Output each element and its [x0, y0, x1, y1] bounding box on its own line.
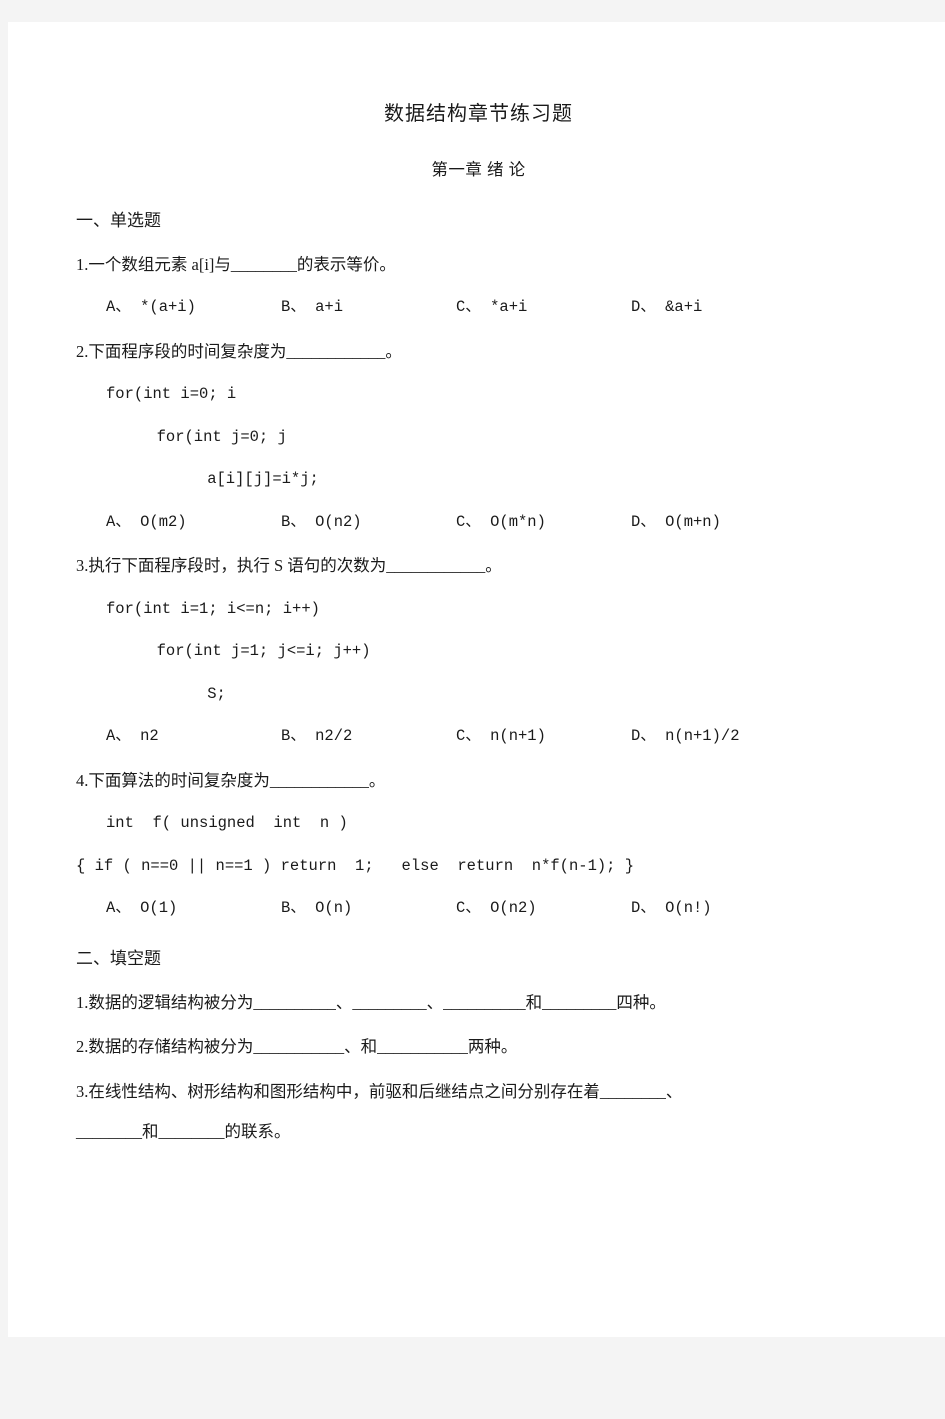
code-line: for(int j=1; j<=i; j++)	[138, 642, 371, 660]
code-line: for(int i=1; i<=n; i++)	[106, 599, 320, 618]
option-a[interactable]: A、 n2	[106, 728, 281, 745]
code-line: for(int j=0; j	[138, 427, 287, 446]
question-options: A、 O(m2) B、 O(n2) C、 O(m*n) D、 O(m+n)	[106, 514, 911, 531]
option-c[interactable]: C、 O(n2)	[456, 900, 631, 917]
option-b[interactable]: B、 O(n2)	[281, 514, 456, 531]
fill-in-blank-question: 1.数据的逻辑结构被分为__________、_________、_______…	[76, 992, 666, 1012]
fill-in-blank-question: 2.数据的存储结构被分为___________、和___________两种。	[76, 1037, 518, 1056]
option-d[interactable]: D、 O(m+n)	[631, 514, 721, 531]
question-stem: 4.下面算法的时间复杂度为____________。	[76, 770, 386, 790]
code-line: a[i][j]=i*j;	[170, 470, 319, 488]
section-heading-fill-in-blank: 二、填空题	[76, 948, 161, 968]
document-page: 数据结构章节练习题 第一章 绪 论 一、单选题 1.一个数组元素 a[i]与__…	[8, 22, 945, 1337]
fill-in-blank-question: 3.在线性结构、树形结构和图形结构中，前驱和后继结点之间分别存在着_______…	[76, 1081, 683, 1101]
option-b[interactable]: B、 O(n)	[281, 900, 456, 917]
fill-in-blank-question-continuation: ________和________的联系。	[76, 1122, 291, 1141]
option-c[interactable]: C、 *a+i	[456, 299, 631, 316]
code-line: int f( unsigned int n )	[106, 814, 348, 832]
option-d[interactable]: D、 n(n+1)/2	[631, 728, 740, 745]
document-content: 数据结构章节练习题 第一章 绪 论 一、单选题 1.一个数组元素 a[i]与__…	[8, 104, 945, 1419]
question-stem: 2.下面程序段的时间复杂度为____________。	[76, 341, 402, 361]
question-stem: 3.执行下面程序段时，执行 S 语句的次数为____________。	[76, 556, 502, 575]
question-options: A、 *(a+i) B、 a+i C、 *a+i D、 &a+i	[106, 299, 911, 316]
chapter-title: 第一章 绪 论	[431, 160, 526, 179]
option-a[interactable]: A、 *(a+i)	[106, 299, 281, 316]
question-options: A、 O(1) B、 O(n) C、 O(n2) D、 O(n!)	[106, 900, 911, 917]
option-c[interactable]: C、 O(m*n)	[456, 514, 631, 531]
option-b[interactable]: B、 n2/2	[281, 728, 456, 745]
question-options: A、 n2 B、 n2/2 C、 n(n+1) D、 n(n+1)/2	[106, 728, 911, 745]
code-line: { if ( n==0 || n==1 ) return 1; else ret…	[76, 856, 635, 875]
code-line: for(int i=0; i	[106, 385, 237, 403]
section-heading-multiple-choice: 一、单选题	[76, 210, 161, 230]
code-line: S;	[170, 684, 226, 703]
question-stem: 1.一个数组元素 a[i]与________的表示等价。	[76, 254, 396, 274]
option-d[interactable]: D、 O(n!)	[631, 900, 712, 917]
option-a[interactable]: A、 O(m2)	[106, 514, 281, 531]
option-a[interactable]: A、 O(1)	[106, 900, 281, 917]
page-title: 数据结构章节练习题	[384, 103, 573, 125]
option-b[interactable]: B、 a+i	[281, 299, 456, 316]
option-c[interactable]: C、 n(n+1)	[456, 728, 631, 745]
option-d[interactable]: D、 &a+i	[631, 299, 702, 316]
